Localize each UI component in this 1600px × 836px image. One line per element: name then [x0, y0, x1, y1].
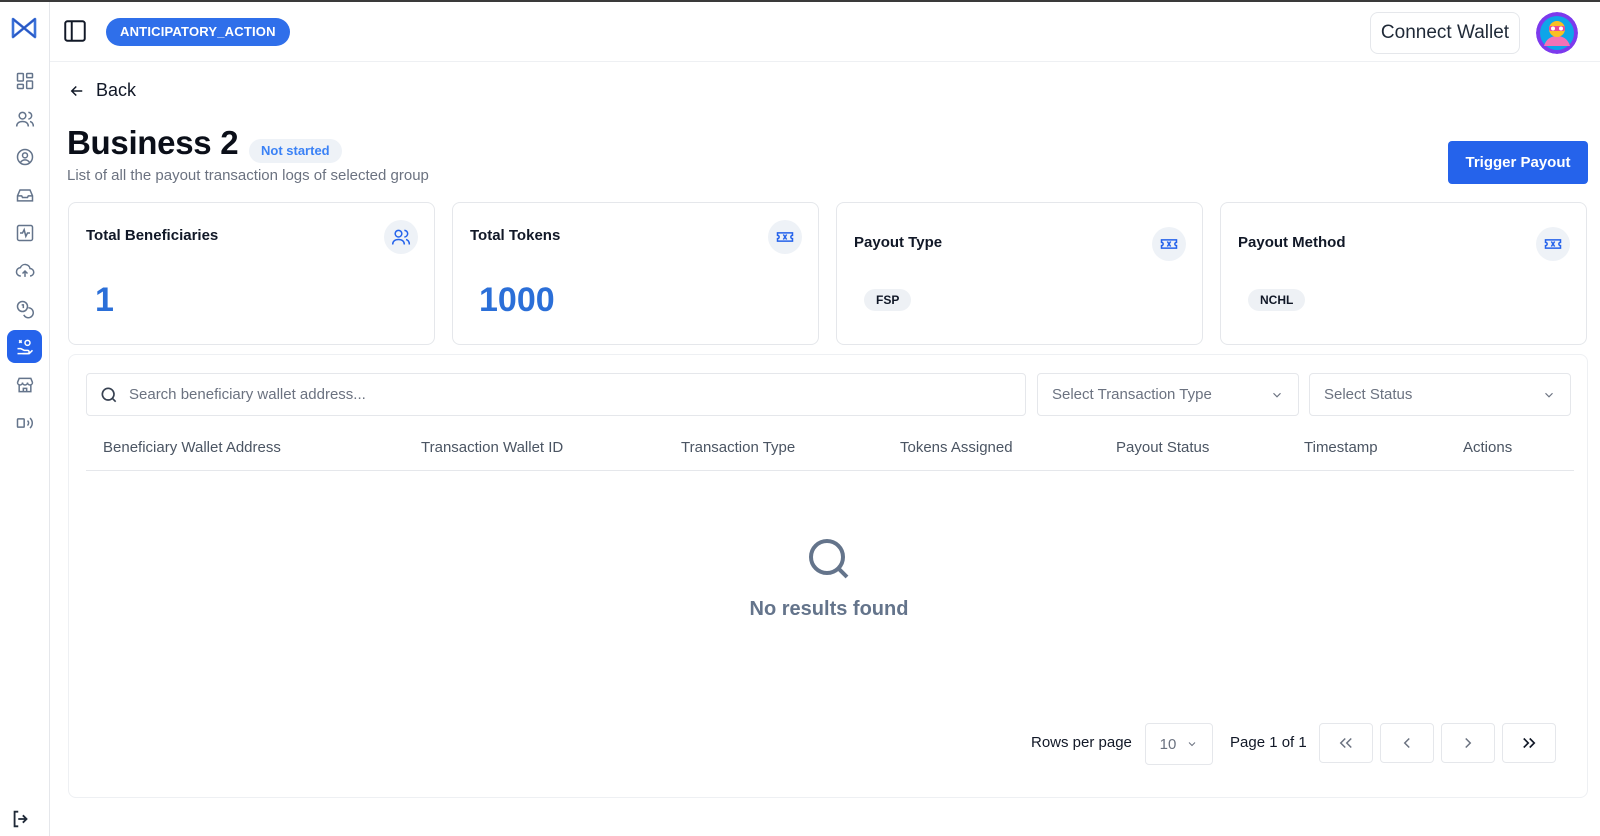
users-icon [391, 229, 411, 245]
dashboard-icon [16, 72, 33, 89]
cloud-upload-icon [15, 263, 34, 277]
sidebar-item-communications[interactable] [7, 406, 42, 439]
column-header[interactable]: Tokens Assigned [900, 439, 1013, 456]
sidebar-item-coins[interactable] [7, 292, 42, 325]
payout-method-pill: NCHL [1248, 289, 1306, 311]
empty-state-text: No results found [749, 598, 909, 620]
stat-card-payout-method: Payout Method NCHL [1220, 202, 1587, 345]
page-info: Page 1 of 1 [1230, 734, 1307, 751]
next-page-button[interactable] [1441, 723, 1495, 763]
card-value: 1 [95, 281, 114, 319]
users-icon [15, 111, 34, 127]
payout-type-pill: FSP [864, 289, 912, 311]
stat-card-total-tokens: Total Tokens 1000 [452, 202, 819, 345]
column-header[interactable]: Actions [1463, 439, 1512, 456]
chevron-right-icon [1465, 737, 1472, 749]
app-logo-icon[interactable] [10, 14, 38, 42]
broadcast-icon [16, 416, 33, 429]
table-header: Beneficiary Wallet Address Transaction W… [86, 421, 1574, 471]
transactions-panel: Select Transaction Type Select Status Be… [68, 354, 1588, 798]
hand-coins-icon [17, 339, 33, 354]
card-icon-wrap [384, 220, 418, 254]
activity-icon [16, 224, 33, 241]
ticket-icon [776, 232, 794, 242]
card-icon-wrap [1536, 227, 1570, 261]
sidebar-toggle-icon[interactable] [62, 18, 88, 44]
column-header[interactable]: Beneficiary Wallet Address [103, 439, 281, 456]
sidebar-item-upload[interactable] [7, 254, 42, 287]
page-subtitle: List of all the payout transaction logs … [67, 167, 429, 184]
ticket-icon [1160, 239, 1178, 249]
sidebar-item-dashboard[interactable] [7, 64, 42, 97]
page-title: Business 2 [67, 124, 239, 161]
transaction-type-placeholder: Select Transaction Type [1052, 386, 1212, 403]
arrow-left-icon [70, 85, 83, 96]
stat-card-total-beneficiaries: Total Beneficiaries 1 [68, 202, 435, 345]
column-header[interactable]: Payout Status [1116, 439, 1209, 456]
back-link[interactable]: Back [68, 80, 136, 101]
inbox-icon [16, 188, 33, 202]
rows-per-page-label: Rows per page [1031, 734, 1132, 751]
sidebar-item-profile[interactable] [7, 140, 42, 173]
chevron-down-icon [1188, 742, 1196, 747]
stat-card-payout-type: Payout Type FSP [836, 202, 1203, 345]
logout-icon [13, 810, 28, 828]
card-title: Total Tokens [470, 227, 561, 244]
store-icon [16, 377, 33, 392]
sidebar-item-beneficiaries[interactable] [7, 102, 42, 135]
sidebar-item-vendors[interactable] [7, 368, 42, 401]
card-icon-wrap [768, 220, 802, 254]
project-badge: ANTICIPATORY_ACTION [106, 18, 290, 46]
last-page-button[interactable] [1502, 723, 1556, 763]
search-icon [809, 539, 849, 579]
avatar[interactable] [1536, 12, 1578, 54]
logout-button[interactable] [8, 806, 34, 832]
connect-wallet-button[interactable]: Connect Wallet [1370, 12, 1520, 54]
ticket-icon [1544, 239, 1562, 249]
sidebar-item-payouts[interactable] [7, 330, 42, 363]
coins-icon [16, 300, 34, 318]
search-box[interactable] [86, 373, 1026, 416]
card-title: Payout Type [854, 234, 943, 251]
chevrons-right-icon [1523, 737, 1536, 749]
back-label: Back [96, 80, 137, 100]
column-header[interactable]: Timestamp [1304, 439, 1378, 456]
pagination: Rows per page 10 Page 1 of 1 [69, 721, 1589, 765]
sidebar-item-activity[interactable] [7, 216, 42, 249]
card-title: Payout Method [1238, 234, 1346, 251]
chevrons-left-icon [1339, 737, 1352, 749]
previous-page-button[interactable] [1380, 723, 1434, 763]
status-select[interactable]: Select Status [1309, 373, 1571, 416]
column-header[interactable]: Transaction Type [681, 439, 795, 456]
search-input[interactable] [129, 386, 1009, 403]
card-value: 1000 [479, 281, 555, 319]
card-icon-wrap [1152, 227, 1186, 261]
card-title: Total Beneficiaries [86, 227, 219, 244]
rows-per-page-value: 10 [1159, 735, 1177, 753]
chevron-down-icon [1273, 392, 1281, 398]
top-header: ANTICIPATORY_ACTION Connect Wallet [50, 2, 1600, 62]
trigger-payout-button[interactable]: Trigger Payout [1448, 141, 1588, 184]
transaction-type-select[interactable]: Select Transaction Type [1037, 373, 1299, 416]
status-placeholder: Select Status [1324, 386, 1413, 403]
search-icon [101, 387, 117, 402]
sidebar-item-inbox[interactable] [7, 178, 42, 211]
first-page-button[interactable] [1319, 723, 1373, 763]
status-badge: Not started [249, 139, 342, 163]
sidebar [0, 2, 50, 836]
empty-state: No results found [69, 535, 1589, 621]
user-circle-icon [16, 148, 33, 165]
chevron-down-icon [1545, 392, 1553, 398]
rows-per-page-select[interactable]: 10 [1145, 723, 1213, 765]
chevron-left-icon [1403, 737, 1410, 749]
column-header[interactable]: Transaction Wallet ID [421, 439, 563, 456]
